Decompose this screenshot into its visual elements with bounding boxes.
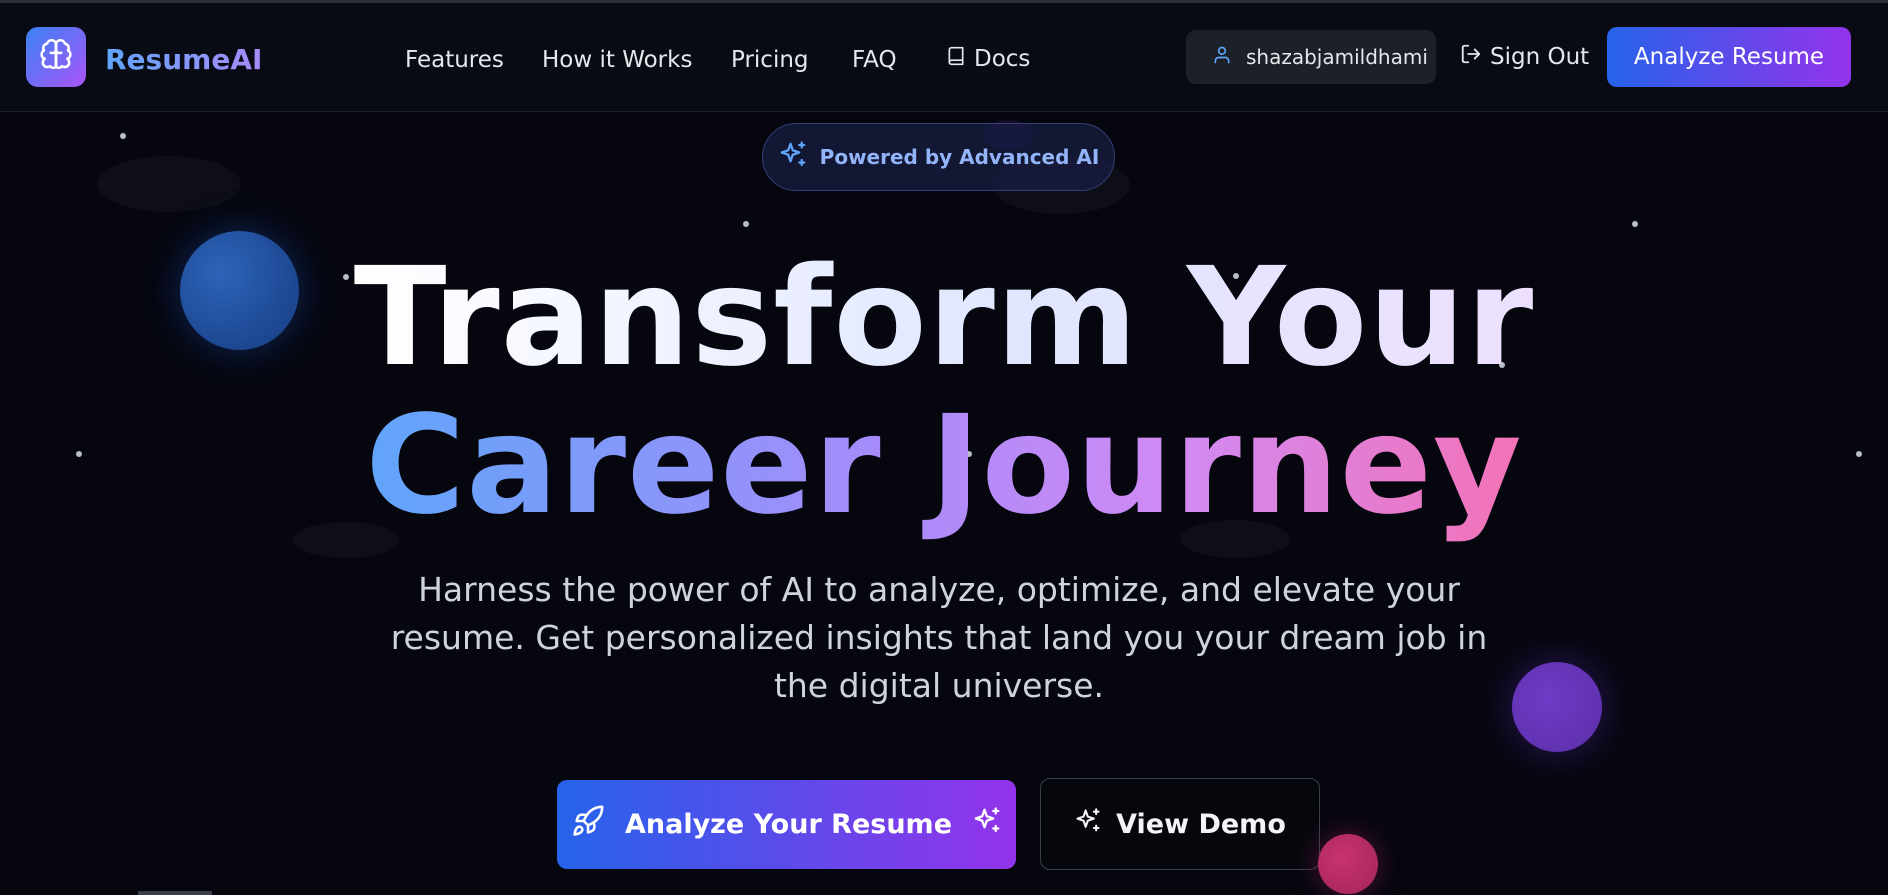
analyze-resume-button[interactable]: Analyze Resume: [1607, 27, 1851, 87]
background-star: [743, 221, 749, 227]
analyze-your-resume-label: Analyze Your Resume: [624, 809, 953, 840]
user-icon: [1212, 44, 1232, 71]
background-star: [120, 133, 126, 139]
nav-link-faq[interactable]: FAQ: [852, 47, 897, 73]
brand-logo[interactable]: [26, 27, 86, 87]
hero-headline-line-2-text: Career Journey: [365, 387, 1523, 545]
badge-label: Powered by Advanced AI: [819, 145, 1100, 169]
powered-by-badge: Powered by Advanced AI: [762, 123, 1115, 191]
view-demo-button[interactable]: View Demo: [1040, 778, 1320, 870]
user-account-chip[interactable]: shazabjamildhami: [1186, 30, 1436, 84]
hero-headline-line-1-text: Transform Your: [353, 239, 1535, 397]
hero-headline-line-2: Career Journey: [0, 398, 1888, 534]
book-icon: [946, 45, 966, 73]
brain-icon: [38, 37, 74, 77]
background-cloud: [97, 156, 241, 212]
nav-link-how-it-works[interactable]: How it Works: [542, 47, 692, 73]
sign-out-button[interactable]: Sign Out: [1460, 43, 1589, 71]
nav-link-pricing[interactable]: Pricing: [731, 47, 809, 73]
hero-headline-line-1: Transform Your: [0, 250, 1888, 386]
nav-link-features[interactable]: Features: [405, 47, 504, 73]
sparkles-icon: [778, 140, 808, 175]
nav-link-docs[interactable]: Docs: [946, 45, 1030, 73]
background-star: [1632, 221, 1638, 227]
sign-out-label: Sign Out: [1490, 44, 1590, 70]
nav-link-docs-label: Docs: [974, 46, 1031, 72]
view-demo-label: View Demo: [1116, 808, 1286, 840]
analyze-your-resume-button[interactable]: Analyze Your Resume: [557, 780, 1016, 869]
sparkles-icon: [1074, 807, 1102, 842]
decorative-planet-purple: [1512, 662, 1602, 752]
top-navbar: ResumeAI Features How it Works Pricing F…: [0, 3, 1888, 112]
logout-icon: [1460, 43, 1482, 71]
sparkles-icon: [972, 806, 1002, 843]
hero-subtext: Harness the power of AI to analyze, opti…: [390, 570, 1488, 705]
decorative-planet-pink: [1318, 834, 1378, 894]
username: shazabjamildhami: [1246, 45, 1428, 69]
rocket-icon: [571, 804, 605, 845]
brand-name[interactable]: ResumeAI: [105, 43, 262, 76]
horizontal-scrollbar-thumb[interactable]: [138, 891, 212, 895]
